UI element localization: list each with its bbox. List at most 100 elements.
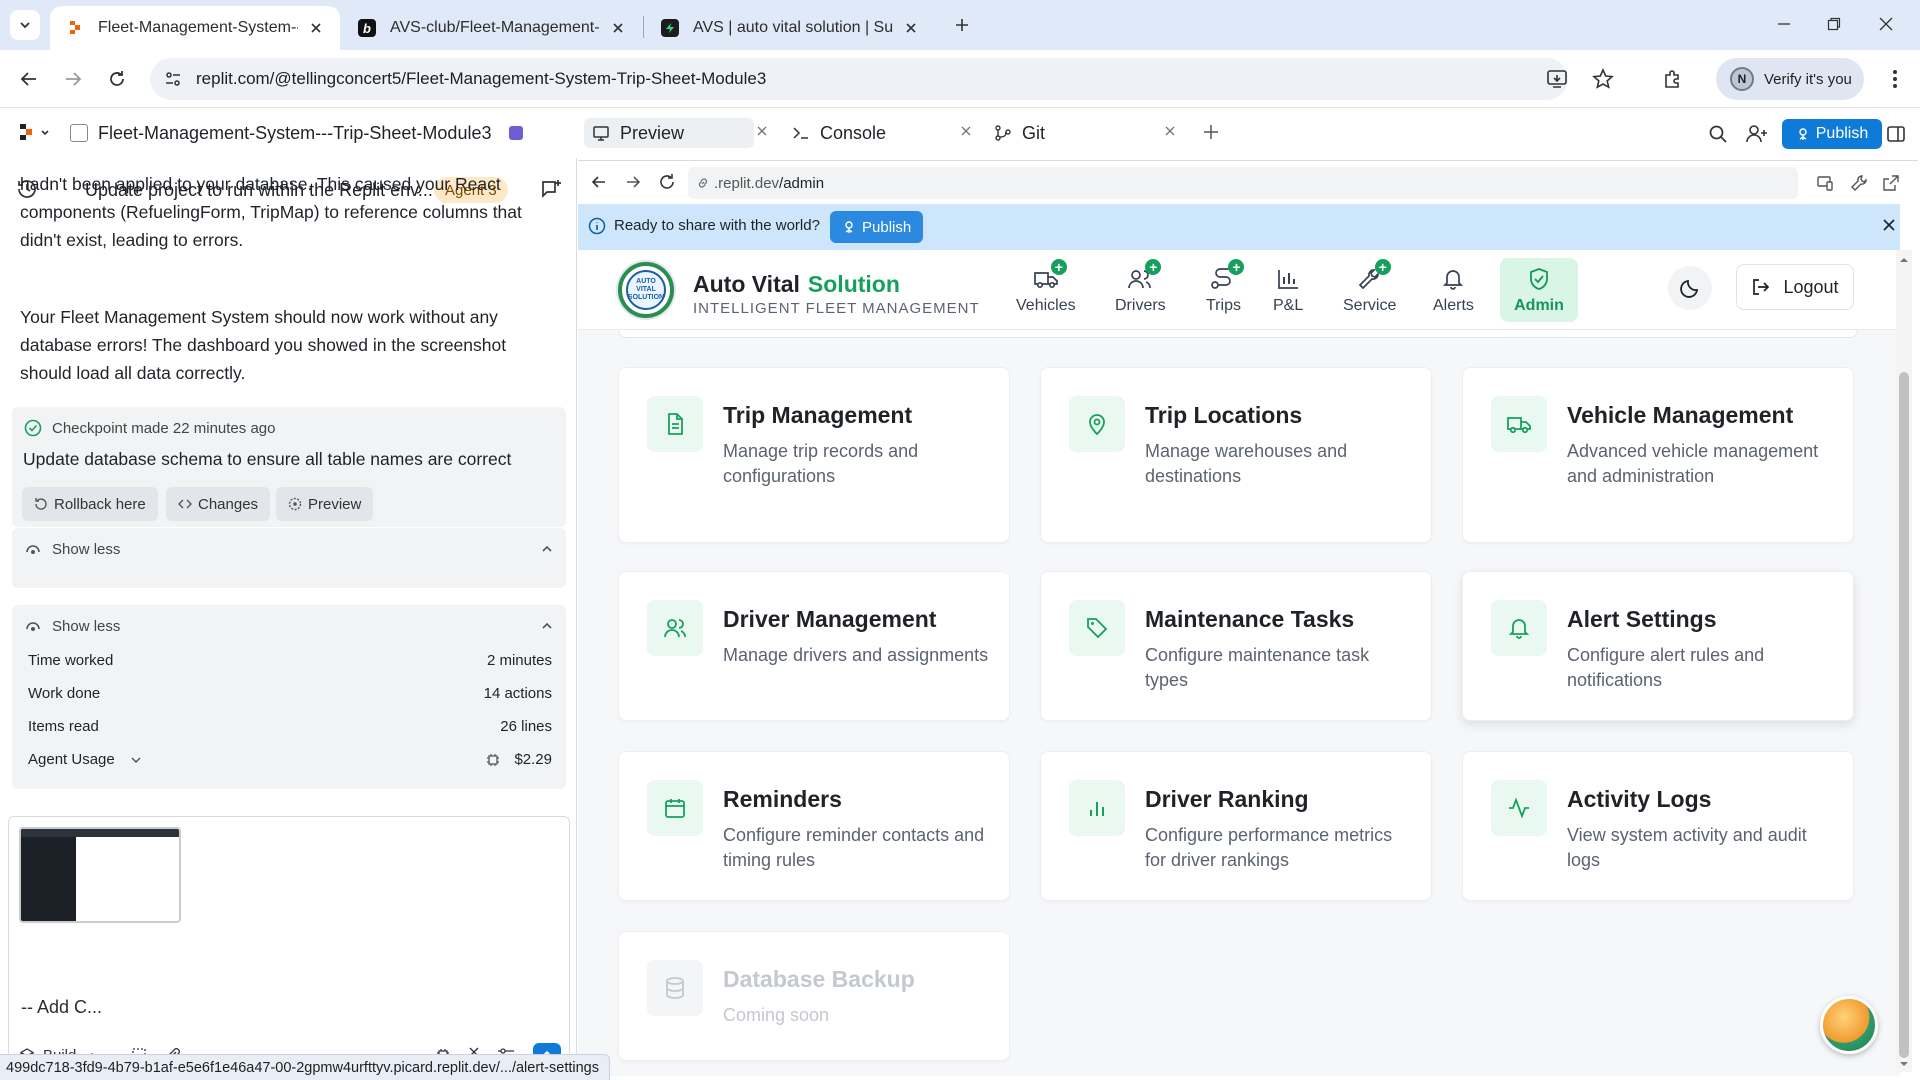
external-link-icon[interactable] [1882,174,1900,192]
close-icon[interactable] [608,18,628,38]
reload-button[interactable] [102,64,132,94]
stat-row-agent-usage[interactable]: Agent Usage $2.29 [28,751,552,768]
code-icon [178,499,192,509]
admin-card-reminders[interactable]: Reminders Configure reminder contacts an… [618,751,1010,901]
stat-row: Work done 14 actions [28,685,552,702]
work-summary-section: Show less Time worked 2 minutes Work done… [12,605,566,789]
checkpoint-card: Checkpoint made 22 minutes ago Update da… [12,407,566,527]
terminal-icon [793,127,808,139]
app-header: AUTO VITAL SOLUTION Auto Vital Solution I… [578,250,1900,330]
agent-composer[interactable]: -- Add C... Build [8,816,570,1080]
new-tab-button[interactable] [948,11,976,39]
admin-card-driver-ranking[interactable]: Driver Ranking Configure performance met… [1040,751,1432,901]
admin-card-driver-management[interactable]: Driver Management Manage drivers and ass… [618,571,1010,721]
show-less-section[interactable]: Show less [12,528,566,588]
stop-icon[interactable] [509,126,523,140]
preview-back-icon[interactable] [590,173,608,191]
nav-vehicles[interactable]: + Vehicles [1001,258,1091,322]
nav-trips[interactable]: + Trips [1191,258,1256,322]
layout-panel-icon[interactable] [1884,122,1908,146]
devices-icon[interactable] [1816,174,1834,192]
close-icon[interactable] [901,18,921,38]
verify-profile-button[interactable]: N Verify it's you [1716,58,1864,100]
bell-icon [1439,265,1467,293]
scroll-up-icon [1900,258,1908,262]
preview-reload-icon[interactable] [658,173,676,191]
admin-card-trip-locations[interactable]: Trip Locations Manage warehouses and des… [1040,367,1432,543]
browser-tab-replit[interactable]: Fleet-Management-System---Tr [50,6,340,50]
url-text: replit.com/@tellingconcert5/Fleet-Manage… [196,69,767,88]
browser-tab-supabase[interactable]: AVS | auto vital solution | Supab [645,6,935,50]
nav-alerts[interactable]: Alerts [1418,258,1489,322]
restore-button[interactable] [1816,8,1852,40]
status-url-tooltip: 499dc718-3fd9-4b79-b1af-e5e6f1e46a47-00-… [0,1054,610,1080]
search-icon[interactable] [1706,122,1730,146]
rollback-icon [35,498,47,510]
tab-preview[interactable]: Preview [584,118,754,148]
admin-card-trip-management[interactable]: Trip Management Manage trip records and … [618,367,1010,543]
minimize-button[interactable] [1766,8,1802,40]
nav-service[interactable]: + Service [1328,258,1411,322]
floating-assistant-button[interactable] [1820,996,1878,1054]
browser-tab-github[interactable]: b AVS-club/Fleet-Management-Sy [342,6,642,50]
address-bar[interactable]: replit.com/@tellingconcert5/Fleet-Manage… [150,58,1614,100]
add-tab-icon[interactable] [1202,123,1220,141]
admin-card-maintenance-tasks[interactable]: Maintenance Tasks Configure maintenance … [1040,571,1432,721]
agent-icon [26,622,40,631]
forward-button[interactable] [58,64,88,94]
scrollbar-thumb[interactable] [1899,372,1909,1058]
close-icon[interactable] [1882,218,1896,232]
tab-git[interactable]: Git [994,118,1045,148]
composer-input[interactable]: -- Add C... [21,997,102,1018]
preview-scrollbar[interactable] [1896,250,1912,1072]
install-app-icon[interactable] [1546,68,1568,90]
chevron-up-icon[interactable] [540,542,554,556]
close-icon[interactable] [306,18,326,38]
agent-icon [26,545,40,554]
theme-toggle-button[interactable] [1668,266,1712,310]
admin-card-activity-logs[interactable]: Activity Logs View system activity and a… [1462,751,1854,901]
back-button[interactable] [14,64,44,94]
browser-menu-button[interactable] [1880,64,1910,94]
preview-forward-icon[interactable] [624,173,642,191]
site-settings-icon[interactable] [164,70,182,88]
admin-card-vehicle-management[interactable]: Vehicle Management Advanced vehicle mana… [1462,367,1854,543]
close-icon[interactable] [1164,125,1176,137]
tab-console[interactable]: Console [792,118,886,148]
star-icon[interactable] [1592,68,1614,90]
attached-screenshot-thumbnail[interactable] [19,827,181,923]
devtools-icon[interactable] [1850,174,1868,192]
logout-button[interactable]: Logout [1736,264,1854,310]
project-title[interactable]: Fleet-Management-System---Trip-Sheet-Mod… [98,123,491,144]
brand-logo[interactable]: AUTO VITAL SOLUTION [618,262,674,318]
chevron-up-icon[interactable] [540,619,554,633]
extensions-button[interactable] [1658,64,1688,94]
tab-search-button[interactable] [10,10,40,40]
check-circle-icon [24,419,42,437]
preview-checkpoint-button[interactable]: Preview [276,487,374,521]
replit-favicon-icon [66,19,84,37]
nav-pl[interactable]: P&L [1258,258,1318,322]
changes-button[interactable]: Changes [166,487,271,521]
nav-drivers[interactable]: + Drivers [1100,258,1181,322]
replit-logo-icon[interactable] [18,124,50,142]
nav-admin[interactable]: Admin [1500,258,1578,322]
close-icon[interactable] [756,125,768,137]
chevron-down-icon [20,22,30,29]
invite-user-icon[interactable] [1745,122,1769,146]
close-window-button[interactable] [1868,8,1904,40]
banner-publish-button[interactable]: Publish [830,211,924,243]
preview-icon [288,497,302,511]
arrow-left-icon [20,72,36,86]
preview-url-input[interactable]: .replit.dev/admin [688,167,1798,199]
browser-tab-bar: Fleet-Management-System---Tr b AVS-club/… [0,0,1920,50]
map-pin-icon [1069,396,1125,452]
publish-button[interactable]: Publish [1782,119,1882,149]
close-icon [1879,17,1893,31]
close-icon[interactable] [960,125,972,137]
publish-banner: Ready to share with the world? Publish [578,204,1900,250]
rollback-button[interactable]: Rollback here [22,487,158,521]
calendar-icon [647,780,703,836]
admin-card-alert-settings[interactable]: Alert Settings Configure alert rules and… [1462,571,1854,721]
truck-plus-icon: + [1032,259,1067,293]
